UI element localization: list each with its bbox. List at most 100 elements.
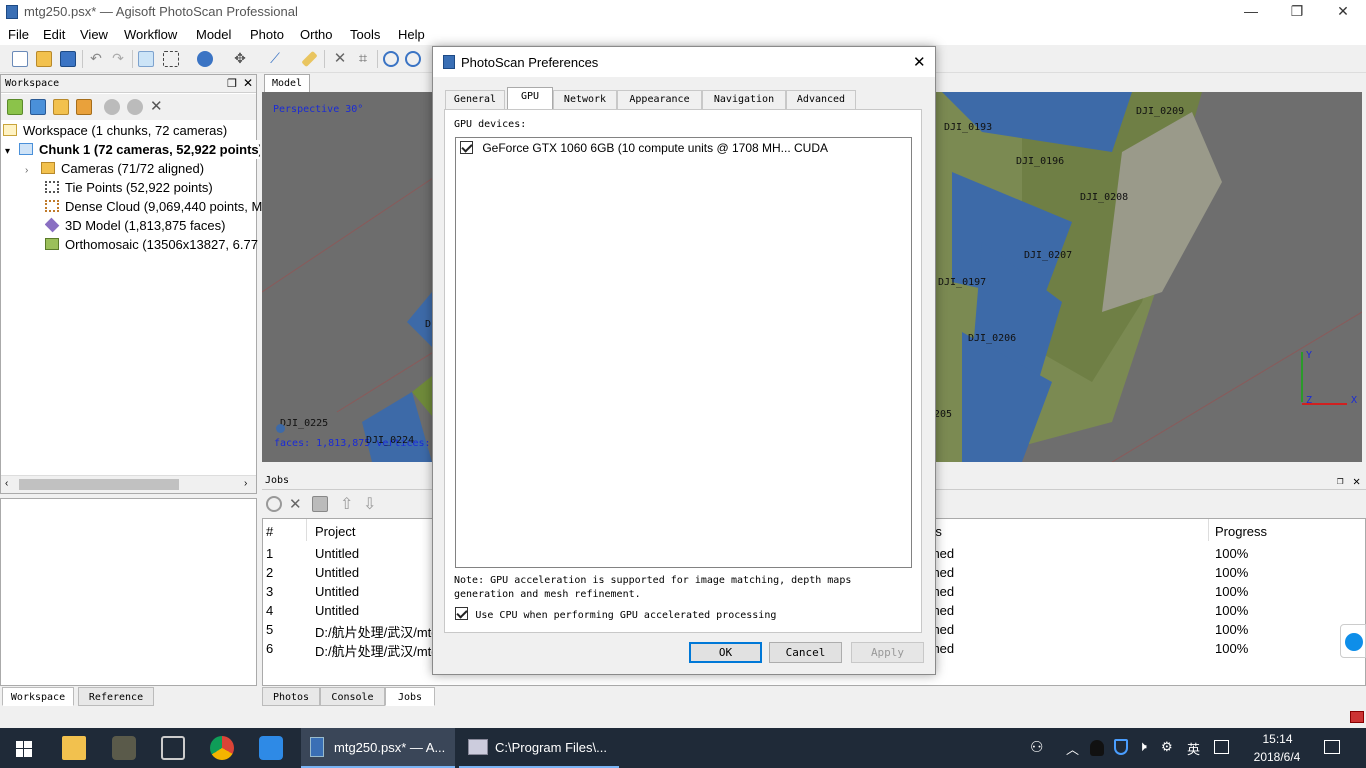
ime-mode-icon[interactable]: ⚙ [1161,739,1173,755]
taskbar-app-icon[interactable] [112,736,136,760]
gpu-device-checkbox[interactable] [460,141,473,154]
tree-chunk-1[interactable]: ▾ Chunk 1 (72 cameras, 52,922 points) [5,140,260,159]
tab-jobs[interactable]: Jobs [385,687,435,706]
job-row-project[interactable]: D:/航片处理/武汉/mtg [315,622,439,641]
menu-file[interactable]: File [8,27,29,42]
zoom-in-icon[interactable] [383,51,399,67]
float-panel-icon[interactable]: ❐ [227,77,237,90]
clock-date[interactable]: 2018/6/4 [1246,750,1308,764]
file-explorer-icon[interactable] [62,736,86,760]
camera-label[interactable]: DJI_0224 [366,435,414,446]
delete-selection-icon[interactable]: ✕ [332,51,348,67]
cancel-button[interactable]: Cancel [769,642,842,663]
redo-icon[interactable]: ↷ [110,51,126,67]
tab-general[interactable]: General [445,90,505,109]
security-shield-icon[interactable] [1114,739,1128,755]
scrollbar-thumb[interactable] [19,479,179,490]
rotate-object-icon[interactable]: ✥ [232,51,248,67]
column-header-number[interactable]: # [266,524,273,539]
merge-chunks-icon[interactable] [76,99,92,115]
move-down-icon[interactable]: ⇩ [363,494,379,513]
tray-overlay-icon[interactable] [1350,711,1364,723]
tab-advanced[interactable]: Advanced [786,90,856,109]
move-up-icon[interactable]: ⇧ [340,494,356,513]
expand-chevron-icon[interactable]: › [25,161,41,178]
tab-appearance[interactable]: Appearance [617,90,702,109]
people-icon[interactable]: ⚇ [1030,738,1043,756]
remove-items-icon[interactable]: ✕ [150,99,166,115]
tab-workspace[interactable]: Workspace [2,687,74,706]
camera-marker[interactable] [276,424,285,433]
menu-ortho[interactable]: Ortho [300,27,333,42]
taskbar-app-icon[interactable] [259,736,283,760]
float-panel-icon[interactable]: ❐ [1337,472,1344,490]
close-window-button[interactable]: ✕ [1320,0,1366,24]
close-panel-icon[interactable]: ✕ [243,76,253,90]
add-photos-icon[interactable] [30,99,46,115]
camera-label[interactable]: DJI_0206 [968,333,1016,344]
maximize-button[interactable]: ❐ [1274,0,1320,24]
tab-network[interactable]: Network [553,90,617,109]
scroll-left-icon[interactable]: ‹ [5,478,8,489]
camera-label[interactable]: DJI_0225 [280,418,328,429]
ime-panel-icon[interactable] [1214,740,1229,754]
camera-label[interactable]: D [425,319,431,330]
tree-workspace-root[interactable]: Workspace (1 chunks, 72 cameras) [3,121,258,140]
disable-icon[interactable] [127,99,143,115]
menu-workflow[interactable]: Workflow [124,27,177,42]
action-center-icon[interactable] [1324,740,1340,754]
crop-selection-icon[interactable]: ⌗ [355,51,371,67]
draw-polyline-icon[interactable]: ⟋ [267,51,283,67]
column-header-project[interactable]: Project [315,524,355,539]
tab-gpu[interactable]: GPU [507,87,553,110]
tab-model[interactable]: Model [264,74,310,92]
navigation-cursor-icon[interactable] [138,51,154,67]
job-row-project[interactable]: Untitled [315,565,359,580]
tab-console[interactable]: Console [320,687,385,706]
scroll-right-icon[interactable]: › [244,478,247,489]
zoom-out-icon[interactable] [405,51,421,67]
taskbar-task-explorer[interactable]: C:\Program Files\... [459,728,619,768]
minimize-button[interactable]: — [1228,0,1274,24]
ruler-icon[interactable] [301,50,318,68]
side-float-button[interactable] [1340,624,1366,658]
move-object-icon[interactable] [197,51,213,67]
windows-start-icon[interactable] [16,741,32,757]
open-folder-icon[interactable] [36,51,52,67]
taskbar-task-photoscan[interactable]: mtg250.psx* — A... [301,728,455,768]
tab-reference[interactable]: Reference [78,687,154,706]
job-row-project[interactable]: Untitled [315,546,359,561]
apply-button[interactable]: Apply [851,642,924,663]
camera-label[interactable]: DJI_0193 [944,122,992,133]
menu-help[interactable]: Help [398,27,425,42]
qq-icon[interactable] [1090,740,1104,756]
menu-photo[interactable]: Photo [250,27,284,42]
chrome-icon[interactable] [210,736,234,760]
use-cpu-checkbox[interactable] [455,607,468,620]
enable-icon[interactable] [104,99,120,115]
gpu-device-row[interactable]: GeForce GTX 1060 6GB (10 compute units @… [460,141,828,155]
tab-navigation[interactable]: Navigation [702,90,786,109]
job-queue-icon[interactable] [312,496,328,512]
rectangle-selection-icon[interactable] [163,51,179,67]
ok-button[interactable]: OK [689,642,762,663]
show-hidden-icons-chevron-icon[interactable]: ︿ [1066,739,1079,758]
add-chunk-icon[interactable] [7,99,23,115]
volume-mute-icon[interactable]: 🕨 [1138,738,1147,755]
tree-cameras[interactable]: › Cameras (71/72 aligned) [25,159,280,178]
tab-photos[interactable]: Photos [262,687,320,706]
job-row-project[interactable]: D:/航片处理/武汉/mtg [315,641,439,660]
menu-view[interactable]: View [80,27,108,42]
close-panel-icon[interactable]: ✕ [1353,472,1360,490]
workspace-horizontal-scrollbar[interactable]: ‹ › [1,475,256,493]
menu-edit[interactable]: Edit [43,27,65,42]
remove-job-icon[interactable]: ✕ [289,495,305,513]
job-row-project[interactable]: Untitled [315,584,359,599]
media-player-icon[interactable] [161,736,185,760]
dialog-close-icon[interactable]: ✕ [913,53,926,71]
add-folder-icon[interactable] [53,99,69,115]
menu-tools[interactable]: Tools [350,27,380,42]
save-icon[interactable] [60,51,76,67]
stop-job-icon[interactable] [266,496,282,512]
camera-label[interactable]: DJI_0209 [1136,106,1184,117]
